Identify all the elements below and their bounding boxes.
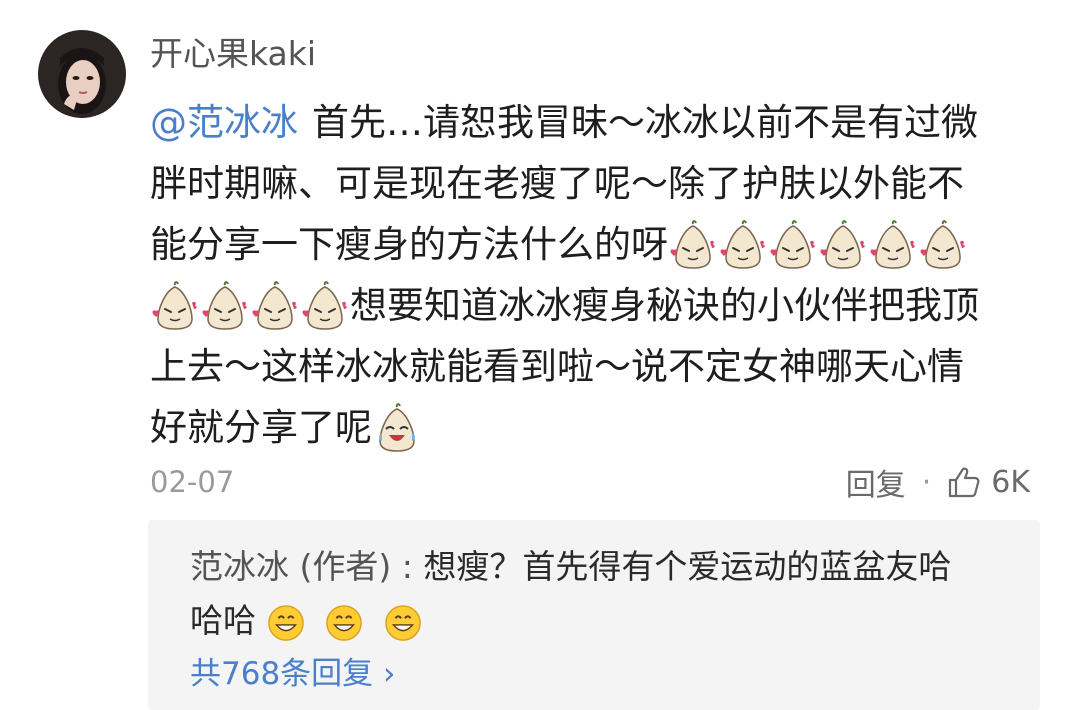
mention-link[interactable]: @范冰冰	[150, 92, 298, 153]
author-reply-text: 范冰冰 (作者) : 想瘦？首先得有个爱运动的蓝盆友哈 哈哈	[190, 540, 1010, 648]
comment-text-3: 能分享一下瘦身的方法什么的呀	[150, 223, 668, 266]
doge-bean-emoji-icon	[200, 281, 250, 331]
comment-text-4: 想要知道冰冰瘦身秘诀的小伙伴把我顶	[350, 284, 979, 327]
chevron-right-icon: ›	[383, 656, 396, 692]
comment-text-2: 胖时期嘛、可是现在老瘦了呢～除了护肤以外能不	[150, 162, 964, 205]
doge-bean-emoji-icon	[150, 281, 200, 331]
comment-line-5: 上去～这样冰冰就能看到啦～说不定女神哪天心情	[150, 336, 1040, 397]
reply-button[interactable]: 回复	[846, 460, 906, 504]
crying-laugh-emoji-icon	[372, 403, 422, 453]
comment-line-2: 胖时期嘛、可是现在老瘦了呢～除了护肤以外能不	[150, 153, 1040, 214]
grin-emoji-icon	[384, 604, 422, 642]
user-avatar[interactable]	[38, 30, 126, 118]
comment-text-5: 上去～这样冰冰就能看到啦～说不定女神哪天心情	[150, 345, 964, 388]
separator-dot: ·	[921, 464, 932, 500]
comment-meta: 02-07 回复 · 6K	[150, 460, 1030, 504]
doge-bean-emoji-icon	[768, 220, 818, 270]
like-count: 6K	[991, 464, 1030, 500]
comment-date: 02-07	[150, 465, 235, 499]
comment-text-6: 好就分享了呢	[150, 406, 372, 449]
grin-emoji-icon	[325, 604, 363, 642]
comment-line-6: 好就分享了呢	[150, 397, 1040, 458]
author-reply-box: 范冰冰 (作者) : 想瘦？首先得有个爱运动的蓝盆友哈 哈哈 共768条回复 ›	[148, 520, 1040, 710]
author-reply-line-1: 范冰冰 (作者) : 想瘦？首先得有个爱运动的蓝盆友哈	[190, 540, 1010, 594]
author-reply-line-2: 哈哈	[190, 594, 1010, 648]
comment-text-1: 首先…请恕我冒昧～冰冰以前不是有过微	[312, 101, 978, 144]
reply-text-1: 想瘦？首先得有个爱运动的蓝盆友哈	[423, 547, 952, 586]
comment-body: @范冰冰 首先…请恕我冒昧～冰冰以前不是有过微 胖时期嘛、可是现在老瘦了呢～除了…	[150, 92, 1040, 458]
doge-bean-emoji-icon	[818, 220, 868, 270]
doge-bean-emoji-icon	[300, 281, 350, 331]
doge-bean-emoji-icon	[868, 220, 918, 270]
doge-bean-emoji-icon	[918, 220, 968, 270]
comment-line-4: 想要知道冰冰瘦身秘诀的小伙伴把我顶	[150, 275, 1040, 336]
grin-emoji-icon	[267, 604, 305, 642]
like-button[interactable]: 6K	[947, 465, 1030, 500]
comment-actions: 回复 · 6K	[846, 460, 1030, 504]
more-replies-link[interactable]: 共768条回复 ›	[190, 652, 395, 696]
more-replies-label: 共768条回复	[190, 656, 374, 692]
thumbs-up-icon	[949, 467, 980, 498]
comment-line-1: @范冰冰 首先…请恕我冒昧～冰冰以前不是有过微	[150, 92, 1040, 153]
doge-bean-emoji-icon	[250, 281, 300, 331]
doge-bean-emoji-icon	[668, 220, 718, 270]
doge-bean-emoji-icon	[718, 220, 768, 270]
reply-text-2: 哈哈	[190, 601, 256, 640]
reply-author-name[interactable]: 范冰冰 (作者) :	[190, 547, 423, 586]
comment-username[interactable]: 开心果kaki	[150, 34, 316, 74]
comment-line-3: 能分享一下瘦身的方法什么的呀	[150, 214, 1040, 275]
